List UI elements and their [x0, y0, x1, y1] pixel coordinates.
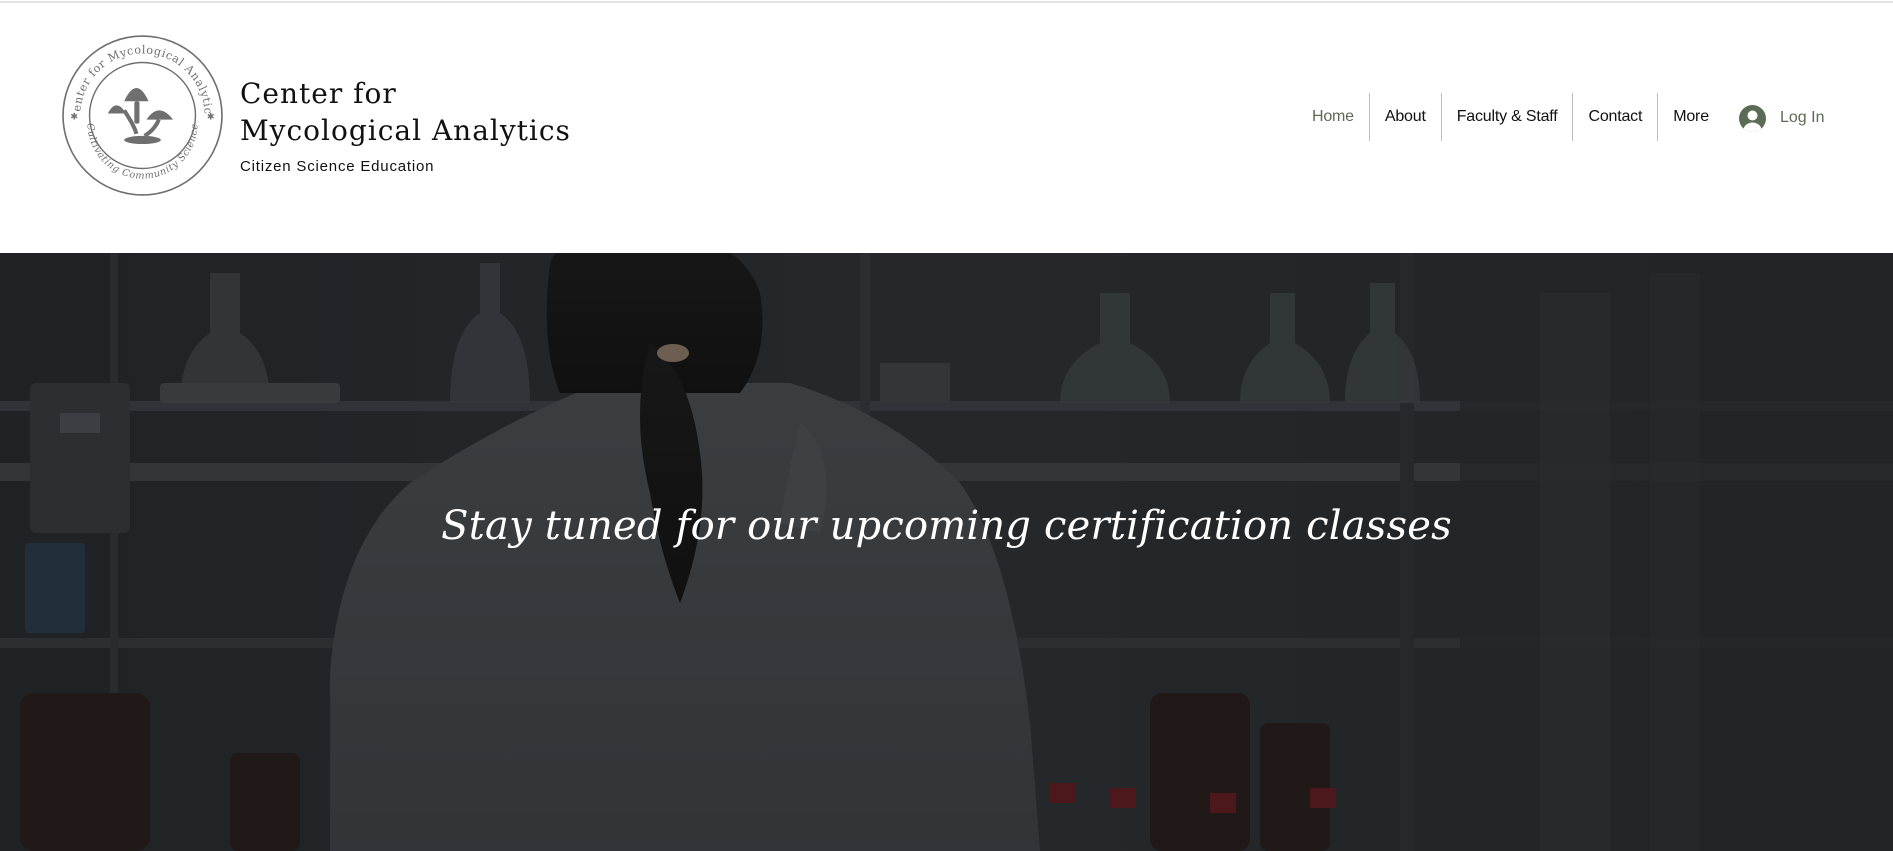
nav-item-more[interactable]: More	[1658, 93, 1724, 141]
nav-item-faculty-staff[interactable]: Faculty & Staff	[1442, 93, 1573, 141]
mushroom-seal-logo: Center for Mycological Analytics Cultiva…	[61, 34, 223, 196]
nav-item-contact[interactable]: Contact	[1573, 93, 1657, 141]
svg-text:Cultivating Community Science: Cultivating Community Science	[84, 123, 200, 182]
hero-section: Stay tuned for our upcoming certificatio…	[0, 253, 1893, 851]
nav-item-about[interactable]: About	[1370, 93, 1441, 141]
svg-text:✱: ✱	[70, 112, 78, 122]
hero-overlay	[0, 253, 1893, 851]
user-avatar-icon	[1739, 104, 1766, 132]
logo-seal[interactable]: Center for Mycological Analytics Cultiva…	[61, 34, 224, 197]
page: Center for Mycological Analytics Cultiva…	[0, 0, 1893, 851]
svg-text:✱: ✱	[207, 112, 215, 122]
site-header: Center for Mycological Analytics Cultiva…	[0, 3, 1893, 253]
login-button[interactable]: Log In	[1739, 103, 1824, 133]
nav-item-home[interactable]: Home	[1297, 93, 1369, 141]
login-label: Log In	[1780, 109, 1825, 126]
main-nav: Home About Faculty & Staff Contact More	[1297, 93, 1724, 141]
seal-bottom-text: Cultivating Community Science	[84, 123, 200, 182]
site-title-line2: Mycological Analytics	[240, 114, 571, 147]
site-title-line1: Center for	[240, 77, 397, 110]
brand: Center for Mycological Analytics Citizen…	[240, 75, 571, 175]
site-title[interactable]: Center for Mycological Analytics	[240, 75, 571, 149]
site-tagline: Citizen Science Education	[240, 158, 435, 175]
mushroom-icon	[107, 87, 174, 145]
hero-heading: Stay tuned for our upcoming certificatio…	[441, 503, 1452, 549]
